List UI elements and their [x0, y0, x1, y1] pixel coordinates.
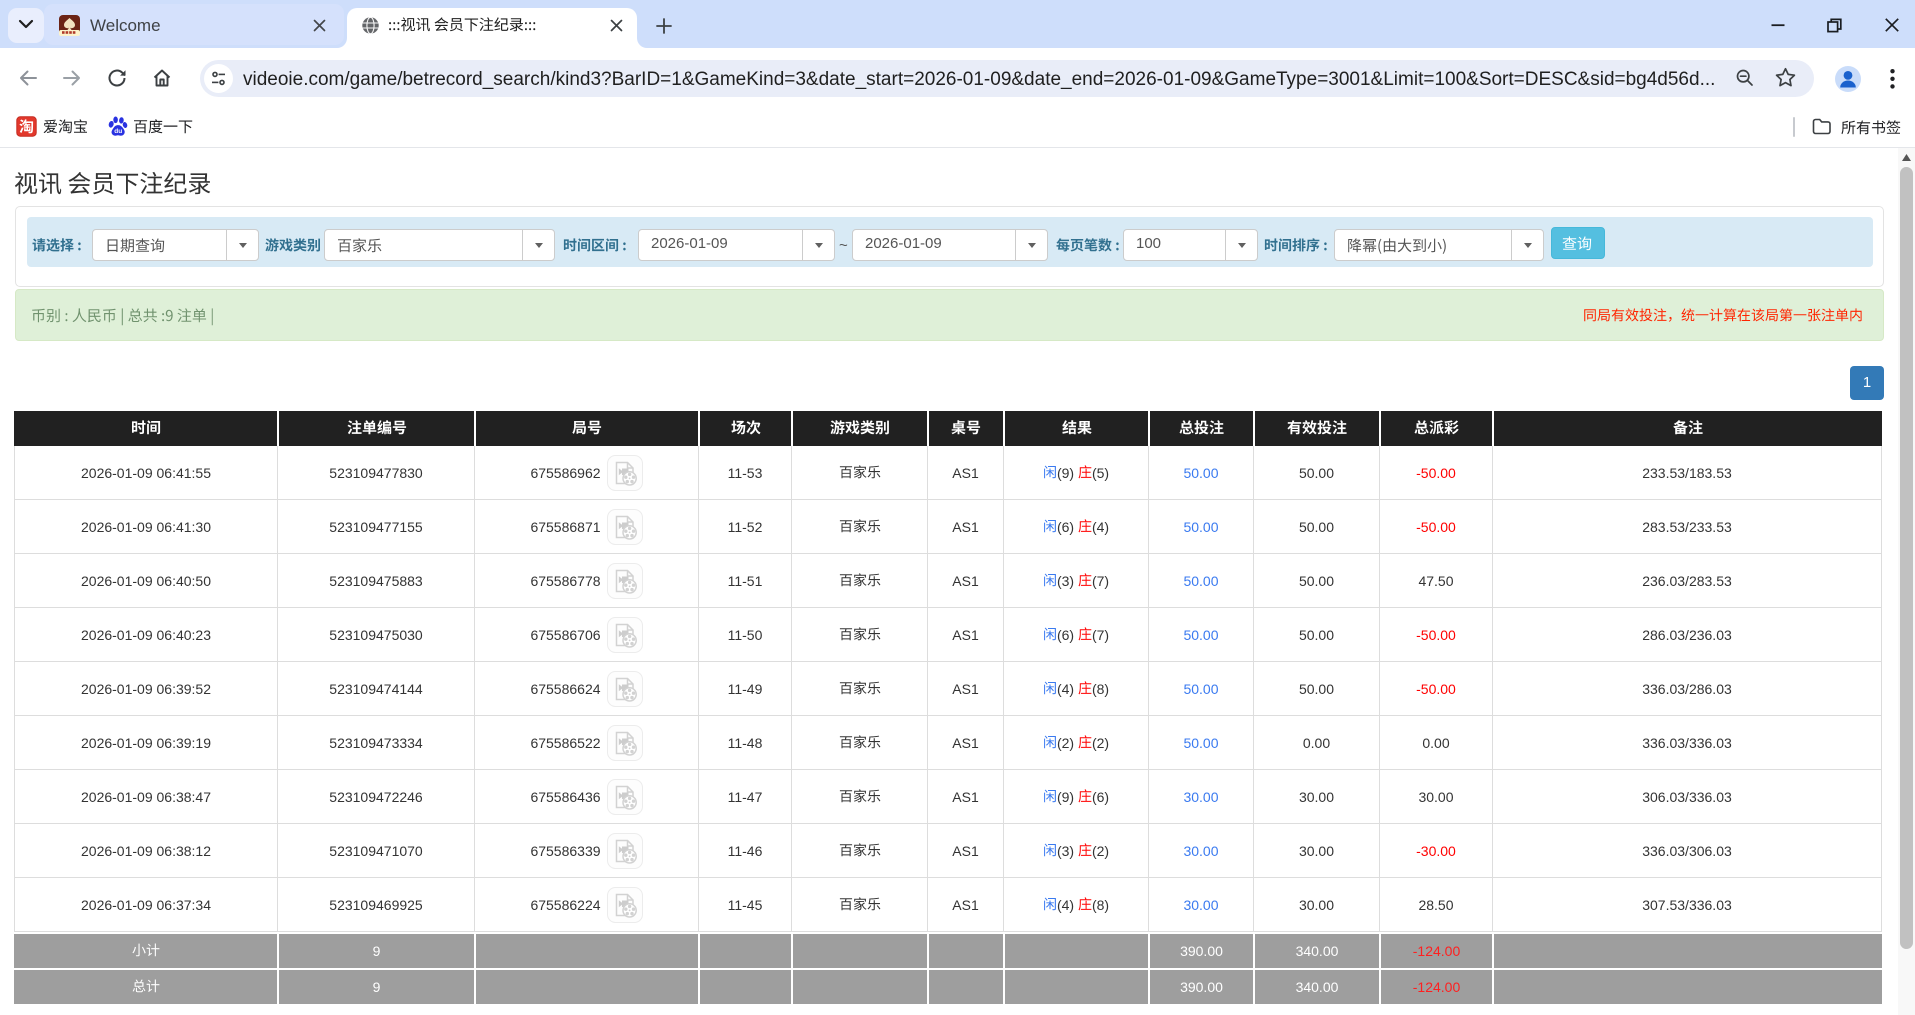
- svg-text:du: du: [114, 128, 122, 135]
